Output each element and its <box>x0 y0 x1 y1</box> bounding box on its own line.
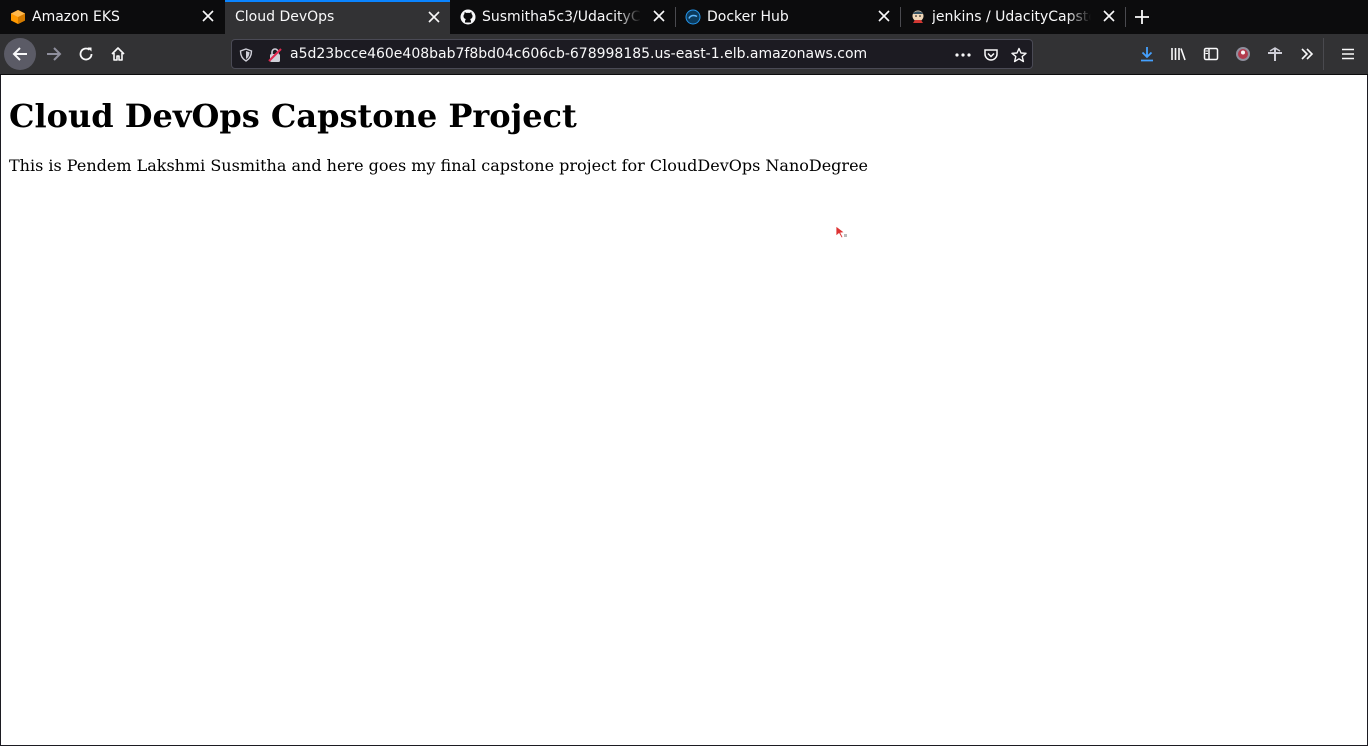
home-icon <box>111 47 125 61</box>
page-heading: Cloud DevOps Capstone Project <box>9 97 577 135</box>
mouse-pointer-icon <box>835 225 847 239</box>
back-arrow-icon <box>12 47 27 61</box>
page-actions-more-icon[interactable] <box>954 46 972 64</box>
new-tab-button[interactable] <box>1130 5 1154 29</box>
toolbar-separator <box>1323 38 1324 70</box>
plus-icon <box>1135 10 1149 24</box>
tab-strip: Amazon EKS Cloud DevOps Susmitha5c3/Udac… <box>0 0 1368 34</box>
tab-title: Cloud DevOps <box>235 9 335 25</box>
page-paragraph: This is Pendem Lakshmi Susmitha and here… <box>9 156 868 175</box>
page-content: Cloud DevOps Capstone Project This is Pe… <box>1 75 1367 745</box>
tab-title: Susmitha5c3/UdacityCapstone <box>482 9 641 25</box>
github-icon <box>460 9 476 25</box>
close-tab-icon[interactable] <box>1101 8 1117 24</box>
close-tab-icon[interactable] <box>651 8 667 24</box>
overflow-menu-button[interactable] <box>1291 38 1323 70</box>
tab-title: Amazon EKS <box>32 9 120 25</box>
library-icon <box>1171 48 1186 61</box>
forward-arrow-icon <box>47 47 62 61</box>
tab-title: jenkins / UdacityCapstone <box>932 9 1091 25</box>
tab-jenkins[interactable]: jenkins / UdacityCapstone <box>900 0 1125 34</box>
tab-github[interactable]: Susmitha5c3/UdacityCapstone <box>450 0 675 34</box>
sidebar-icon <box>1203 47 1219 61</box>
close-tab-icon[interactable] <box>200 8 216 24</box>
url-bar[interactable]: a5d23bcce460e408bab7f8bd04c606cb-6789981… <box>231 39 1033 69</box>
tracking-protection-shield-icon[interactable] <box>237 46 255 64</box>
close-tab-icon[interactable] <box>876 8 892 24</box>
back-button[interactable] <box>4 38 36 70</box>
tab-amazon-eks[interactable]: Amazon EKS <box>0 0 224 34</box>
forward-button[interactable] <box>38 38 70 70</box>
downloads-button[interactable] <box>1131 38 1163 70</box>
download-arrow-icon <box>1141 47 1153 62</box>
reload-button[interactable] <box>70 38 102 70</box>
tab-title: Docker Hub <box>707 9 789 25</box>
aws-cube-icon <box>10 9 26 25</box>
library-button[interactable] <box>1163 38 1195 70</box>
navigation-toolbar: a5d23bcce460e408bab7f8bd04c606cb-6789981… <box>0 34 1368 75</box>
account-button[interactable] <box>1227 38 1259 70</box>
hamburger-menu-icon <box>1342 48 1354 60</box>
extension-icon <box>1268 47 1282 61</box>
reload-icon <box>79 47 93 61</box>
bookmark-star-icon[interactable] <box>1010 46 1028 64</box>
chevron-double-right-icon <box>1301 48 1314 60</box>
tab-docker-hub[interactable]: Docker Hub <box>675 0 900 34</box>
extension-button[interactable] <box>1259 38 1291 70</box>
close-tab-icon[interactable] <box>426 9 442 25</box>
home-button[interactable] <box>102 38 134 70</box>
sidebar-button[interactable] <box>1195 38 1227 70</box>
pocket-icon[interactable] <box>982 46 1000 64</box>
url-text: a5d23bcce460e408bab7f8bd04c606cb-6789981… <box>290 46 868 62</box>
tab-cloud-devops[interactable]: Cloud DevOps <box>225 0 450 34</box>
jenkins-icon <box>910 9 926 25</box>
docker-hub-icon <box>685 9 701 25</box>
insecure-lock-icon[interactable] <box>266 46 284 64</box>
tab-separator <box>1125 7 1126 27</box>
account-avatar-icon <box>1236 47 1250 61</box>
app-menu-button[interactable] <box>1332 38 1364 70</box>
